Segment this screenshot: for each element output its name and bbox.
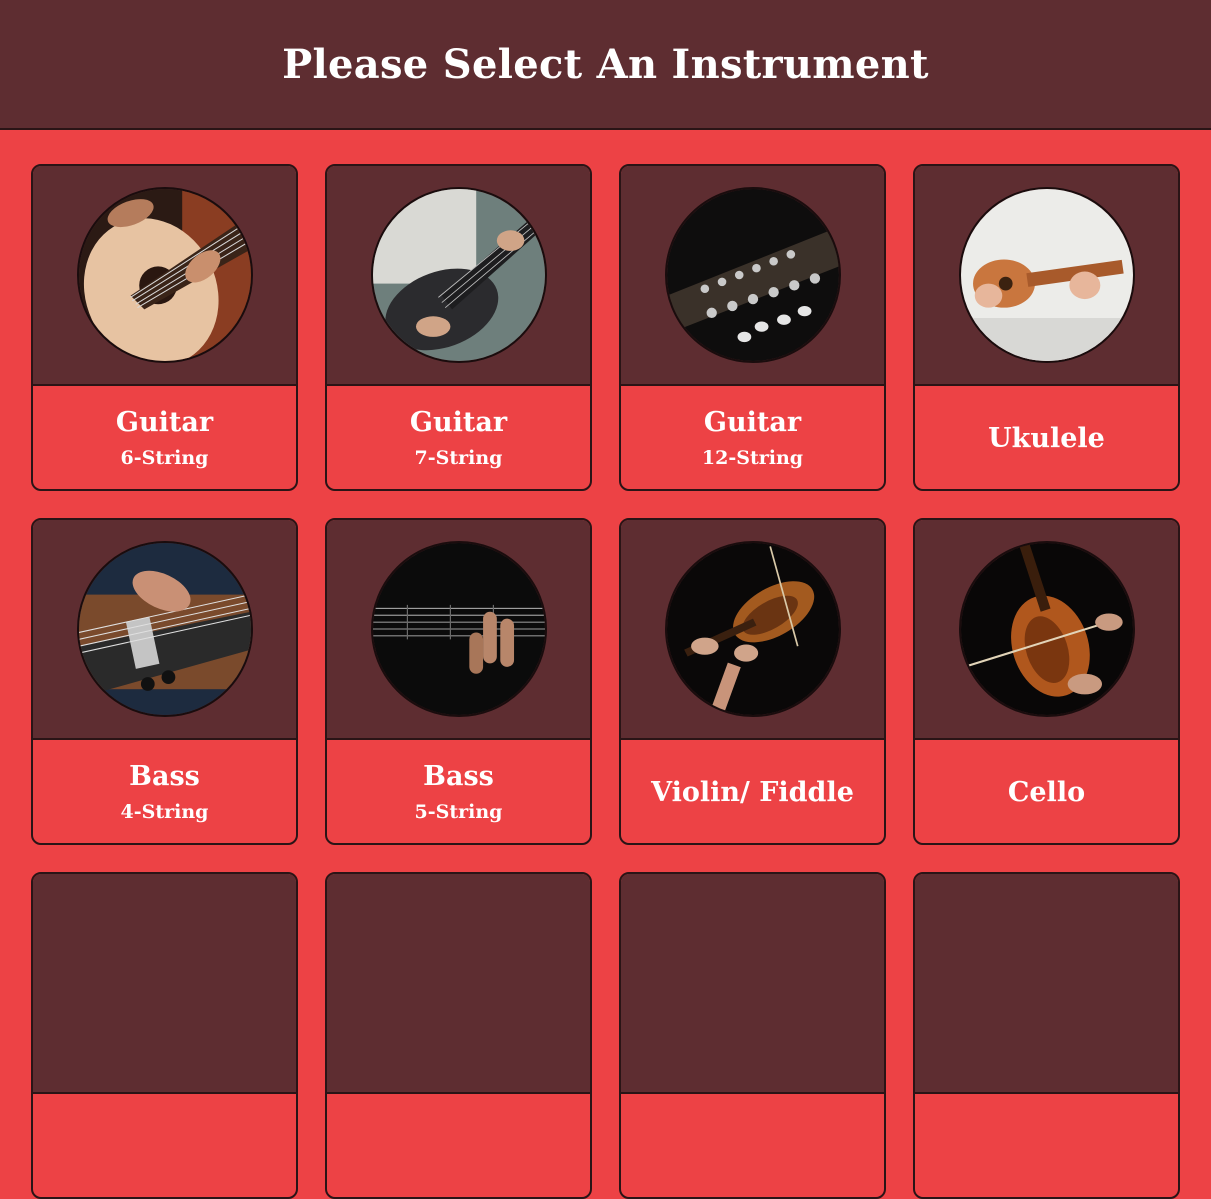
instrument-variant: 5-String bbox=[414, 801, 503, 823]
card-label: Guitar 6-String bbox=[33, 386, 296, 489]
instrument-card-guitar-6-string[interactable]: Guitar 6-String bbox=[31, 164, 298, 491]
card-label: Cello bbox=[915, 740, 1178, 843]
instrument-card-guitar-12-string[interactable]: Guitar 12-String bbox=[619, 164, 886, 491]
instrument-variant: 7-String bbox=[414, 447, 503, 469]
card-image-panel bbox=[33, 520, 296, 740]
instrument-name: Bass bbox=[423, 761, 494, 792]
card-image-panel bbox=[621, 520, 884, 740]
electric-guitar-photo bbox=[370, 187, 547, 363]
instrument-name: Guitar bbox=[703, 407, 802, 438]
instrument-card-violin-fiddle[interactable]: Violin/ Fiddle bbox=[619, 518, 886, 845]
card-label bbox=[327, 1094, 590, 1197]
instrument-card-cello[interactable]: Cello bbox=[913, 518, 1180, 845]
acoustic-guitar-photo bbox=[76, 187, 253, 363]
bass-fretboard-photo bbox=[370, 541, 547, 717]
cello-photo bbox=[958, 541, 1135, 717]
instrument-name: Violin/ Fiddle bbox=[651, 777, 854, 808]
card-image-panel bbox=[915, 520, 1178, 740]
instrument-name: Guitar bbox=[115, 407, 214, 438]
card-image-panel bbox=[915, 874, 1178, 1094]
card-label: Ukulele bbox=[915, 386, 1178, 489]
card-image-panel bbox=[327, 520, 590, 740]
card-image-panel bbox=[33, 874, 296, 1094]
instrument-card[interactable] bbox=[619, 872, 886, 1199]
instrument-name: Guitar bbox=[409, 407, 508, 438]
card-label bbox=[915, 1094, 1178, 1197]
violin-photo bbox=[664, 541, 841, 717]
instrument-variant: 6-String bbox=[120, 447, 209, 469]
bass-guitar-photo bbox=[76, 541, 253, 717]
twelve-string-headstock-photo bbox=[664, 187, 841, 363]
instrument-grid: Guitar 6-String Guitar 7-String Guitar 1… bbox=[31, 164, 1180, 1199]
card-image-panel bbox=[621, 166, 884, 386]
instrument-variant: 12-String bbox=[701, 447, 804, 469]
card-label: Bass 4-String bbox=[33, 740, 296, 843]
instrument-card-guitar-7-string[interactable]: Guitar 7-String bbox=[325, 164, 592, 491]
card-label: Guitar 12-String bbox=[621, 386, 884, 489]
instrument-name: Bass bbox=[129, 761, 200, 792]
page-title: Please Select An Instrument bbox=[282, 40, 929, 88]
page-header: Please Select An Instrument bbox=[0, 0, 1211, 130]
instrument-card-bass-4-string[interactable]: Bass 4-String bbox=[31, 518, 298, 845]
instrument-name: Ukulele bbox=[988, 423, 1105, 454]
card-image-panel bbox=[33, 166, 296, 386]
card-label: Guitar 7-String bbox=[327, 386, 590, 489]
instrument-card-bass-5-string[interactable]: Bass 5-String bbox=[325, 518, 592, 845]
card-image-panel bbox=[621, 874, 884, 1094]
card-label bbox=[33, 1094, 296, 1197]
card-label: Bass 5-String bbox=[327, 740, 590, 843]
card-label: Violin/ Fiddle bbox=[621, 740, 884, 843]
instrument-card-ukulele[interactable]: Ukulele bbox=[913, 164, 1180, 491]
card-image-panel bbox=[327, 874, 590, 1094]
instrument-card[interactable] bbox=[913, 872, 1180, 1199]
instrument-card[interactable] bbox=[325, 872, 592, 1199]
instrument-name: Cello bbox=[1007, 777, 1086, 808]
card-image-panel bbox=[915, 166, 1178, 386]
card-label bbox=[621, 1094, 884, 1197]
card-image-panel bbox=[327, 166, 590, 386]
ukulele-photo bbox=[958, 187, 1135, 363]
instrument-card[interactable] bbox=[31, 872, 298, 1199]
instrument-variant: 4-String bbox=[120, 801, 209, 823]
